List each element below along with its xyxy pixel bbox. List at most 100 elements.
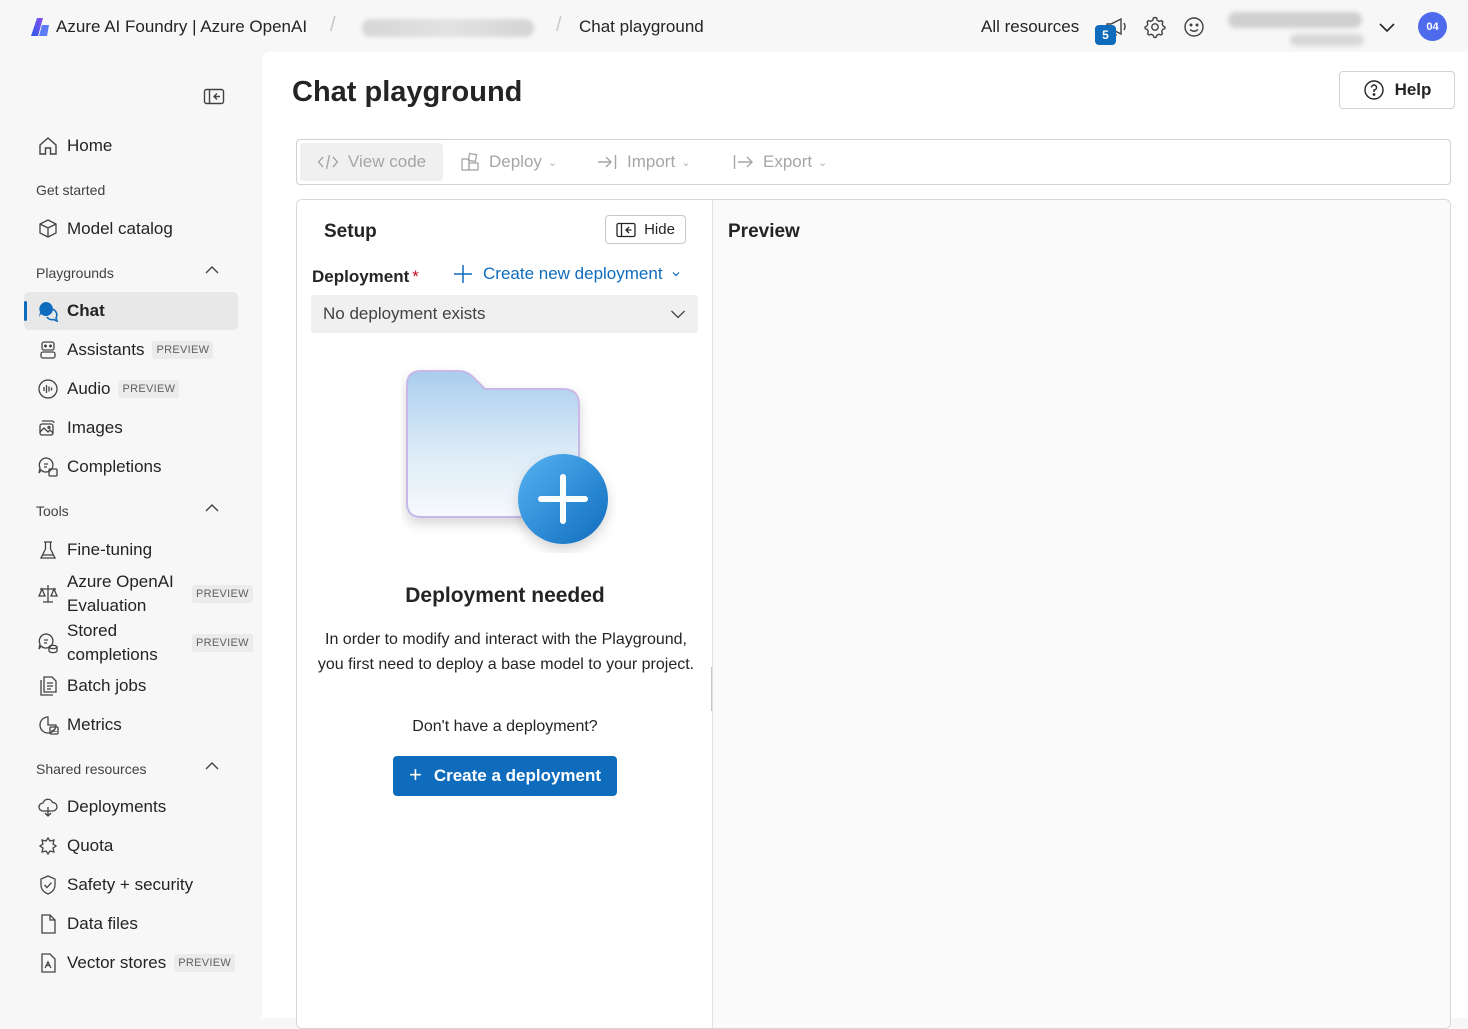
deployment-select-value: No deployment exists — [323, 304, 486, 323]
sidebar-item-label: Data files — [67, 914, 138, 933]
playground-workspace: Setup Hide Deployment * Create new deploy… — [296, 199, 1451, 1029]
hide-setup-button[interactable]: Hide — [605, 215, 686, 244]
setup-title: Setup — [324, 221, 377, 242]
sidebar-item-label: Quota — [67, 836, 114, 855]
brand-title[interactable]: Azure AI Foundry | Azure OpenAI — [56, 17, 307, 37]
collapse-sidebar-icon[interactable] — [203, 87, 225, 107]
help-button[interactable]: Help — [1339, 71, 1455, 109]
sidebar-item-fine-tuning[interactable]: Fine-tuning — [24, 531, 238, 569]
bot-icon — [40, 341, 56, 359]
sidebar-item-label: Completions — [67, 457, 162, 476]
export-button[interactable]: Export ⌄ — [732, 143, 827, 181]
page-title: Chat playground — [292, 76, 523, 108]
preview-title: Preview — [728, 221, 800, 242]
account-directory-redacted[interactable] — [1290, 34, 1364, 46]
import-button[interactable]: Import ⌄ — [596, 143, 690, 181]
sidebar-item-label: Images — [67, 418, 123, 437]
top-bar: Azure AI Foundry | Azure OpenAI / / Chat… — [0, 0, 1468, 54]
playgrounds-chevron-up-icon[interactable] — [203, 261, 221, 279]
chat-bubbles-icon — [39, 302, 59, 322]
sidebar-item-stored-completions[interactable]: Stored completions PREVIEW — [24, 618, 253, 668]
deployment-select[interactable]: No deployment exists — [311, 295, 698, 333]
preview-badge: PREVIEW — [192, 634, 253, 652]
avatar[interactable]: 04 — [1418, 12, 1447, 41]
beaker-icon — [39, 541, 57, 559]
sidebar-item-label: Vector stores — [67, 953, 167, 972]
sidebar-item-metrics[interactable]: Metrics — [24, 706, 238, 744]
sidebar-item-model-catalog[interactable]: Model catalog — [24, 210, 238, 248]
sidebar-item-label: Deployments — [67, 797, 167, 816]
deploy-blocks-icon — [461, 152, 479, 171]
preview-badge: PREVIEW — [174, 954, 236, 972]
settings-gear-icon[interactable] — [1143, 15, 1167, 39]
feedback-smiley-icon[interactable] — [1182, 15, 1206, 39]
playground-toolbar: View code Deploy ⌄ Import ⌄ Export ⌄ — [296, 139, 1451, 185]
deploy-label: Deploy — [489, 152, 542, 171]
create-deployment-button[interactable]: + Create a deployment — [393, 756, 617, 796]
plus-icon: + — [408, 761, 422, 787]
section-header-tools: Tools — [36, 503, 69, 519]
deploy-chevron-down-icon: ⌄ — [547, 156, 558, 169]
export-chevron-down-icon: ⌄ — [818, 156, 828, 169]
sidebar-item-safety-security[interactable]: Safety + security — [24, 866, 238, 904]
preview-badge: PREVIEW — [192, 585, 253, 603]
sidebar-item-data-files[interactable]: Data files — [24, 905, 238, 943]
account-chevron-down-icon[interactable] — [1377, 18, 1397, 38]
sidebar-item-label: Stored completions — [67, 621, 158, 664]
dropdown-chevron-down-icon — [671, 310, 685, 319]
sidebar-item-chat[interactable]: Chat — [24, 292, 238, 330]
section-header-shared-resources: Shared resources — [36, 761, 147, 777]
sidebar-item-label: Safety + security — [67, 875, 194, 894]
sidebar-item-label: Audio — [67, 379, 111, 398]
tools-chevron-up-icon[interactable] — [203, 499, 221, 517]
quota-icon — [38, 836, 58, 856]
import-arrow-icon — [598, 155, 617, 169]
import-chevron-down-icon: ⌄ — [681, 156, 691, 169]
import-label: Import — [627, 152, 676, 171]
deploy-button[interactable]: Deploy ⌄ — [460, 143, 557, 181]
view-code-label: View code — [348, 152, 427, 171]
shared-resources-chevron-up-icon[interactable] — [203, 757, 221, 775]
hide-panel-icon — [616, 222, 636, 237]
sidebar-item-label: Chat — [67, 301, 105, 320]
breadcrumb-separator: / — [556, 14, 562, 36]
preview-badge: PREVIEW — [152, 341, 214, 359]
sidebar-item-images[interactable]: Images — [24, 409, 238, 447]
home-icon — [39, 137, 57, 155]
cloud-deploy-icon — [38, 798, 58, 817]
stored-completions-icon — [38, 633, 58, 654]
empty-state-description: In order to modify and interact with the… — [317, 631, 695, 673]
breadcrumb-resource-redacted[interactable] — [362, 19, 534, 37]
empty-state-title: Deployment needed — [405, 584, 605, 607]
sidebar-item-batch-jobs[interactable]: Batch jobs — [24, 667, 238, 705]
view-code-button[interactable]: View code — [300, 143, 443, 181]
account-name-redacted[interactable] — [1228, 12, 1362, 28]
create-deployment-label: Create a deployment — [433, 766, 602, 785]
azure-ai-foundry-logo-icon[interactable] — [30, 17, 50, 37]
sidebar-item-label: Metrics — [67, 715, 122, 734]
hide-label: Hide — [644, 221, 675, 238]
completions-icon — [38, 457, 58, 477]
sidebar-item-label: Home — [67, 136, 113, 155]
batch-documents-icon — [40, 676, 57, 696]
document-icon — [41, 914, 56, 934]
empty-state-question: Don't have a deployment? — [412, 718, 598, 735]
all-resources-link[interactable]: All resources — [981, 17, 1079, 37]
help-label: Help — [1394, 80, 1432, 99]
metrics-gauge-icon — [39, 716, 59, 735]
sidebar-item-home[interactable]: Home — [24, 127, 238, 165]
sidebar-item-assistants[interactable]: Assistants PREVIEW — [24, 331, 238, 369]
sidebar-item-vector-stores[interactable]: Vector stores PREVIEW — [24, 944, 238, 982]
deployment-label: Deployment * — [312, 267, 419, 286]
create-new-deployment-link[interactable]: Create new deployment — [453, 264, 691, 284]
vector-store-icon — [41, 953, 56, 973]
sidebar-item-completions[interactable]: Completions — [24, 448, 238, 486]
sidebar-item-quota[interactable]: Quota — [24, 827, 238, 865]
sidebar-item-label: Azure OpenAI Evaluation — [67, 572, 174, 615]
sidebar-item-evaluation[interactable]: Azure OpenAI Evaluation PREVIEW — [24, 569, 253, 619]
sidebar-item-label: Model catalog — [67, 219, 173, 238]
sidebar-item-audio[interactable]: Audio PREVIEW — [24, 370, 238, 408]
code-icon — [317, 154, 339, 170]
sidebar-item-deployments[interactable]: Deployments — [24, 788, 238, 826]
breadcrumb-current-page: Chat playground — [579, 17, 704, 36]
